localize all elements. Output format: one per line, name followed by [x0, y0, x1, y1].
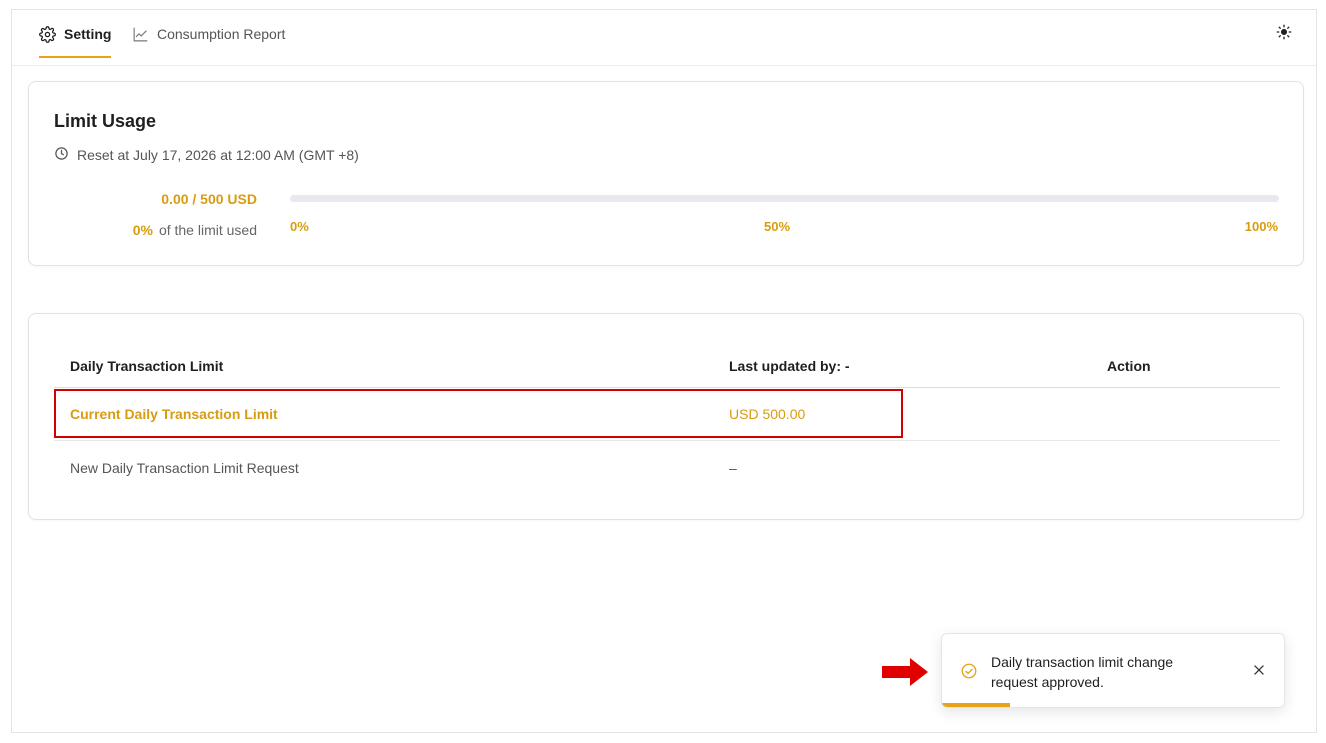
daily-limit-table: Daily Transaction Limit Last updated by:…	[54, 344, 1280, 494]
limit-usage-card: Limit Usage Reset at July 17, 2026 at 12…	[28, 81, 1304, 266]
new-limit-label: New Daily Transaction Limit Request	[70, 459, 299, 476]
reset-info: Reset at July 17, 2026 at 12:00 AM (GMT …	[54, 146, 359, 164]
sun-icon	[1275, 23, 1293, 46]
table-row-new-limit-request: New Daily Transaction Limit Request –	[54, 441, 1280, 494]
column-header-limit: Daily Transaction Limit	[70, 357, 224, 374]
current-limit-label: Current Daily Transaction Limit	[70, 406, 278, 422]
toast-message: Daily transaction limit change request a…	[991, 654, 1174, 690]
tab-bar: Setting Consumption Report	[12, 10, 1316, 66]
tab-setting[interactable]: Setting	[39, 10, 112, 58]
column-header-last-updated: Last updated by: -	[729, 357, 850, 374]
annotation-arrow-icon	[882, 657, 930, 692]
table-row-current-limit: Current Daily Transaction Limit USD 500.…	[54, 388, 1280, 441]
usage-percent-line: 0% of the limit used	[133, 222, 257, 238]
close-icon[interactable]	[1252, 663, 1266, 682]
new-limit-value: –	[729, 459, 737, 476]
toast-timer-bar	[942, 703, 1011, 707]
usage-amount: 0.00 / 500 USD	[161, 191, 257, 207]
progress-tick-0: 0%	[290, 219, 309, 234]
tab-consumption-report[interactable]: Consumption Report	[132, 10, 285, 58]
current-limit-value: USD 500.00	[729, 406, 806, 422]
gear-icon	[39, 25, 56, 43]
usage-percent-value: 0%	[132, 222, 153, 238]
check-circle-icon	[960, 662, 978, 685]
usage-percent-suffix: of the limit used	[158, 222, 257, 238]
tab-consumption-report-label: Consumption Report	[157, 26, 286, 42]
limit-usage-title: Limit Usage	[54, 111, 157, 131]
table-header-row: Daily Transaction Limit Last updated by:…	[54, 344, 1280, 388]
success-toast: Daily transaction limit change request a…	[941, 633, 1285, 708]
line-chart-icon	[132, 26, 149, 43]
progress-tick-100: 100%	[1244, 219, 1278, 234]
column-header-action: Action	[1107, 357, 1151, 374]
reset-text: Reset at July 17, 2026 at 12:00 AM (GMT …	[77, 147, 359, 163]
app-frame: Setting Consumption Report Limit Usage R…	[11, 9, 1317, 733]
daily-limit-card: Daily Transaction Limit Last updated by:…	[28, 313, 1304, 520]
clock-icon	[54, 146, 69, 164]
progress-tick-50: 50%	[764, 219, 791, 234]
tab-setting-label: Setting	[64, 26, 112, 42]
theme-toggle-button[interactable]	[1272, 22, 1296, 46]
usage-progress-bar	[290, 195, 1279, 202]
